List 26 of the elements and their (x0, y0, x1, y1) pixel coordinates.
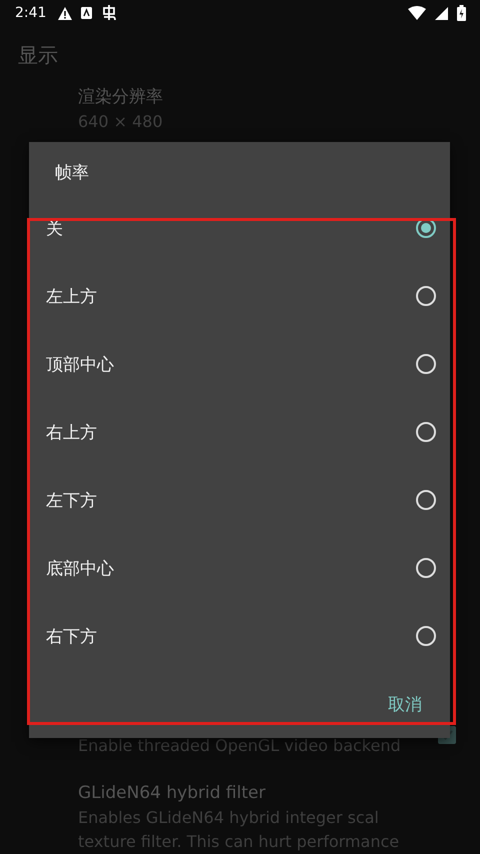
cancel-button[interactable]: 取消 (388, 687, 422, 722)
bug-icon (101, 5, 118, 21)
option-label[interactable]: 底部中心 (46, 556, 416, 580)
option-label[interactable]: 左上方 (46, 284, 416, 308)
signal-icon (435, 6, 448, 20)
status-time: 2:41 (15, 5, 46, 21)
dialog-title: 帧率 (54, 162, 90, 185)
screen-title: 显示 (18, 42, 58, 68)
setting-title: GLideN64 hybrid filter (78, 782, 266, 805)
radio-button[interactable] (416, 490, 436, 510)
radio-button[interactable] (416, 422, 436, 442)
radio-button[interactable] (416, 218, 436, 238)
radio-button[interactable] (416, 286, 436, 306)
option-label[interactable]: 右下方 (46, 624, 416, 648)
warning-icon (58, 6, 72, 20)
setting-title: 渲染分辨率 (78, 86, 164, 109)
radio-button[interactable] (416, 558, 436, 578)
app-notification-icon (81, 7, 92, 19)
option-label[interactable]: 右上方 (46, 420, 416, 444)
option-label[interactable]: 顶部中心 (46, 352, 416, 376)
radio-button[interactable] (416, 354, 436, 374)
option-label[interactable]: 左下方 (46, 488, 416, 512)
option-label[interactable]: 关 (46, 216, 416, 240)
battery-icon (457, 5, 466, 21)
radio-button[interactable] (416, 626, 436, 646)
wifi-icon (408, 6, 426, 20)
